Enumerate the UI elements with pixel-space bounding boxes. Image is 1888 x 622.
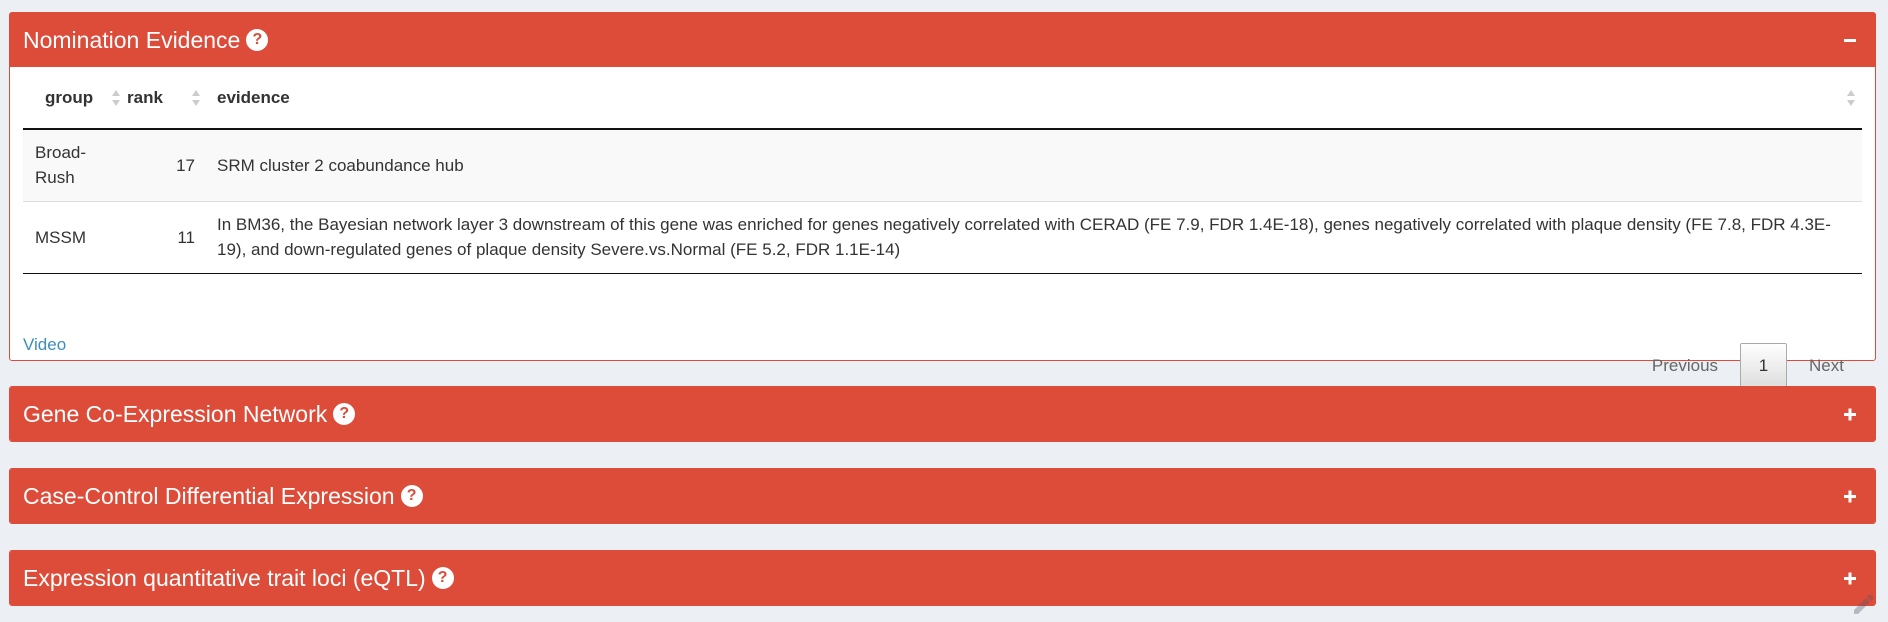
cell-group: Broad-Rush	[35, 143, 87, 188]
panel-title: Expression quantitative trait loci (eQTL…	[23, 565, 454, 592]
evidence-table: group rank evidence Broad-Rush 17 SRM cl…	[23, 67, 1862, 274]
panel-title: Nomination Evidence ?	[23, 27, 269, 54]
cell-group: MSSM	[23, 200, 127, 274]
eqtl-panel: Expression quantitative trait loci (eQTL…	[9, 550, 1876, 606]
table-row: Broad-Rush 17 SRM cluster 2 coabundance …	[23, 129, 1862, 201]
column-header-evidence[interactable]: evidence	[207, 67, 1862, 130]
sort-icon	[192, 89, 200, 106]
pagination: Previous 1 Next	[1634, 343, 1862, 389]
column-header-group[interactable]: group	[23, 67, 127, 130]
help-icon[interactable]: ?	[400, 485, 423, 507]
table-row: MSSM 11 In BM36, the Bayesian network la…	[23, 200, 1862, 274]
next-button[interactable]: Next	[1791, 344, 1862, 388]
help-icon[interactable]: ?	[333, 403, 356, 425]
help-icon[interactable]: ?	[431, 567, 454, 589]
feedback-pencil-icon[interactable]	[1850, 588, 1878, 616]
help-icon[interactable]: ?	[246, 29, 269, 51]
sort-icon	[1847, 89, 1855, 106]
panel-header[interactable]: Expression quantitative trait loci (eQTL…	[10, 551, 1875, 605]
sort-icon	[112, 89, 120, 106]
plus-icon[interactable]	[1841, 405, 1859, 423]
page-1-button[interactable]: 1	[1740, 343, 1788, 389]
panel-body: group rank evidence Broad-Rush 17 SRM cl…	[10, 67, 1875, 389]
previous-button[interactable]: Previous	[1634, 344, 1736, 388]
cell-evidence: In BM36, the Bayesian network layer 3 do…	[207, 200, 1862, 274]
cell-rank: 17	[176, 155, 195, 175]
table-header-row: group rank evidence	[23, 67, 1862, 130]
minus-icon[interactable]	[1841, 31, 1859, 49]
nomination-evidence-panel: Nomination Evidence ? group rank evidenc…	[9, 12, 1876, 389]
panel-header[interactable]: Case-Control Differential Expression ?	[10, 469, 1875, 523]
cell-rank: 11	[127, 200, 207, 274]
panel-title: Case-Control Differential Expression ?	[23, 483, 423, 510]
plus-icon[interactable]	[1841, 569, 1859, 587]
plus-icon[interactable]	[1841, 487, 1859, 505]
panel-header[interactable]: Nomination Evidence ?	[10, 13, 1875, 67]
panel-title: Gene Co-Expression Network ?	[23, 401, 356, 428]
video-link[interactable]: Video	[23, 335, 66, 355]
case-control-de-panel: Case-Control Differential Expression ?	[9, 468, 1876, 524]
column-header-rank[interactable]: rank	[127, 67, 207, 130]
gene-coexpression-panel: Gene Co-Expression Network ?	[9, 386, 1876, 442]
panel-header[interactable]: Gene Co-Expression Network ?	[10, 387, 1875, 441]
cell-evidence: SRM cluster 2 coabundance hub	[217, 155, 464, 175]
